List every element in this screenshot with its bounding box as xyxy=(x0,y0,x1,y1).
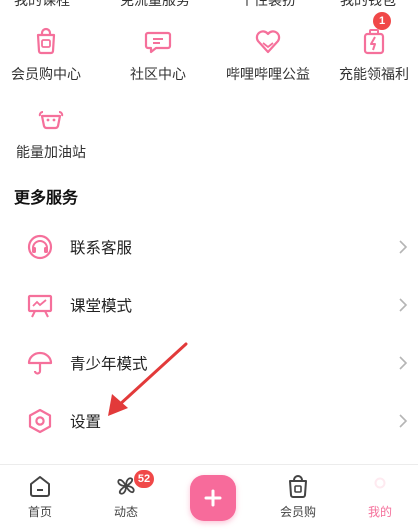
tab-mine[interactable]: 我的 xyxy=(350,473,410,520)
more-services-title: 更多服务 xyxy=(14,188,79,207)
service-charge-welfare[interactable]: 充能领福利 xyxy=(322,26,418,84)
top-row-label-3[interactable]: 个性装扮 xyxy=(240,0,296,8)
top-row-label-4[interactable]: 我的钱包 xyxy=(340,0,396,8)
headset-icon xyxy=(27,234,53,260)
tab-home[interactable]: 首页 xyxy=(10,473,70,520)
publish-plus-button[interactable] xyxy=(190,475,236,521)
service-energy-station[interactable]: 能量加油站 xyxy=(0,104,103,162)
heart-icon xyxy=(255,30,281,54)
chat-icon xyxy=(144,31,172,54)
dynamic-count-badge: 52 xyxy=(134,470,154,488)
tab-label: 会员购 xyxy=(279,505,316,519)
list-item-label: 课堂模式 xyxy=(70,297,133,315)
tab-label: 首页 xyxy=(27,505,52,519)
list-item-label: 设置 xyxy=(70,413,102,431)
chevron-right-icon xyxy=(399,298,408,312)
settings-icon xyxy=(28,408,52,434)
list-item-classroom-mode[interactable]: 课堂模式 xyxy=(0,276,418,334)
bag-icon xyxy=(36,27,56,55)
chevron-right-icon xyxy=(399,414,408,428)
service-label: 能量加油站 xyxy=(16,145,86,161)
plus-icon xyxy=(204,489,222,507)
tab-label: 动态 xyxy=(113,505,138,519)
list-item-label: 青少年模式 xyxy=(70,355,148,373)
top-row-partial: 我的课程 免流量服务 个性装扮 我的钱包 xyxy=(0,0,418,8)
umbrella-icon xyxy=(27,351,53,375)
service-community[interactable]: 社区中心 xyxy=(106,26,210,84)
list-item-label: 联系客服 xyxy=(70,239,133,257)
top-row-label-1[interactable]: 我的课程 xyxy=(14,0,70,8)
chevron-right-icon xyxy=(399,240,408,254)
service-label: 社区中心 xyxy=(130,67,186,83)
tab-label: 我的 xyxy=(367,505,392,519)
service-label: 会员购中心 xyxy=(11,67,81,83)
service-charity[interactable]: 哔哩哔哩公益 xyxy=(216,26,320,84)
battery-gift-icon xyxy=(363,29,385,55)
service-label: 充能领福利 xyxy=(339,67,409,83)
mine-icon xyxy=(374,477,386,489)
service-label: 哔哩哔哩公益 xyxy=(226,67,310,83)
list-item-customer-service[interactable]: 联系客服 xyxy=(0,218,418,276)
shopping-bag-icon xyxy=(289,475,307,498)
chevron-right-icon xyxy=(399,356,408,370)
notification-badge: 1 xyxy=(373,12,391,30)
top-row-label-2[interactable]: 免流量服务 xyxy=(120,0,190,8)
service-member-mall[interactable]: 会员购中心 xyxy=(0,26,98,84)
list-item-teen-mode[interactable]: 青少年模式 xyxy=(0,334,418,392)
energy-cup-icon xyxy=(38,111,64,130)
classroom-icon xyxy=(27,294,53,318)
home-icon xyxy=(30,476,50,497)
tab-mall[interactable]: 会员购 xyxy=(268,473,328,520)
list-item-settings[interactable]: 设置 xyxy=(0,392,418,450)
